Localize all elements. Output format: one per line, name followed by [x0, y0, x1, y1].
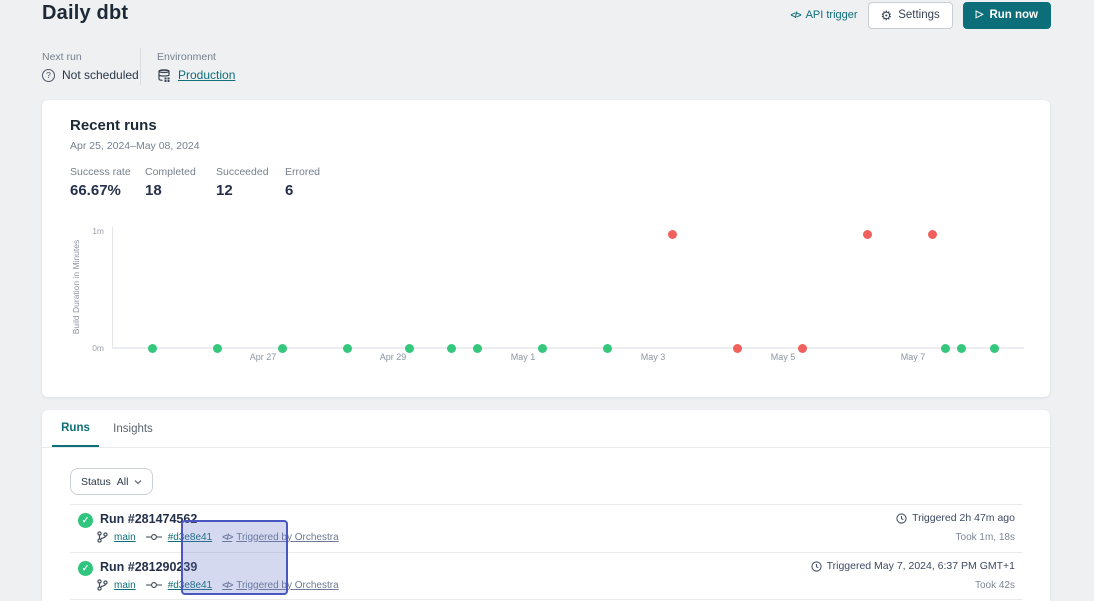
runs-card: Runs Insights Status All ✓ Run #28147456… — [42, 410, 1050, 601]
commit-link[interactable]: #d3e8e41 — [168, 580, 213, 591]
run-dot-errored[interactable] — [668, 230, 677, 239]
tabs-divider — [42, 447, 1050, 448]
next-run-label: Next run — [42, 51, 82, 63]
clock-icon — [896, 513, 907, 524]
api-trigger-label: API trigger — [806, 9, 858, 21]
code-icon: </> — [791, 10, 801, 20]
commit-link[interactable]: #d3e8e41 — [168, 532, 213, 543]
code-icon: </> — [222, 532, 232, 542]
run-dot-succeeded[interactable] — [990, 344, 999, 353]
play-icon: ▷ — [976, 10, 984, 20]
trigger-text: Triggered by Orchestra — [236, 532, 338, 543]
triggered-text: Triggered May 7, 2024, 6:37 PM GMT+1 — [827, 560, 1015, 572]
run-timing: Triggered May 7, 2024, 6:37 PM GMT+1 Too… — [811, 560, 1015, 591]
meta-divider — [140, 48, 141, 85]
success-check-icon: ✓ — [78, 513, 93, 528]
triggered-text: Triggered 2h 47m ago — [912, 512, 1015, 524]
git-branch-icon — [97, 531, 108, 543]
run-id: Run #281474562 — [100, 512, 197, 526]
trigger-link[interactable]: </> Triggered by Orchestra — [222, 532, 338, 543]
question-circle-icon: ? — [42, 69, 55, 82]
chart-x-tick: May 7 — [901, 352, 926, 362]
run-id: Run #281290239 — [100, 560, 197, 574]
run-dot-succeeded[interactable] — [603, 344, 612, 353]
run-meta: main #d3e8e41 </> Triggered by Orchestra — [97, 579, 339, 591]
row-divider — [70, 599, 1023, 600]
run-dot-succeeded[interactable] — [957, 344, 966, 353]
settings-button[interactable]: ⚙ Settings — [868, 2, 953, 29]
settings-label: Settings — [898, 9, 940, 21]
run-meta: main #d3e8e41 </> Triggered by Orchestra — [97, 531, 339, 543]
chart-x-tick: May 3 — [641, 352, 666, 362]
chart-x-tick: May 1 — [511, 352, 536, 362]
tabs-row: Runs Insights — [42, 410, 1050, 447]
trigger-link[interactable]: </> Triggered by Orchestra — [222, 580, 338, 591]
chart-y-tick: 1m — [60, 226, 104, 236]
run-dot-succeeded[interactable] — [941, 344, 950, 353]
environment-value: Production — [157, 68, 235, 82]
git-commit-icon — [146, 533, 162, 541]
run-dot-errored[interactable] — [733, 344, 742, 353]
trigger-text: Triggered by Orchestra — [236, 580, 338, 591]
status-filter-label: Status — [81, 476, 111, 488]
run-now-label: Run now — [989, 9, 1038, 21]
environment-icon — [157, 68, 171, 82]
run-timing: Triggered 2h 47m ago Took 1m, 18s — [896, 512, 1015, 543]
chevron-down-icon — [134, 478, 142, 486]
run-row[interactable]: ✓ Run #281474562 main #d3e8e41 </> Trigg… — [42, 505, 1050, 552]
page-title: Daily dbt — [42, 2, 128, 25]
chart-x-tick: Apr 29 — [380, 352, 407, 362]
environment-link[interactable]: Production — [178, 68, 235, 82]
run-row[interactable]: ✓ Run #281290239 main #d3e8e41 </> Trigg… — [42, 553, 1050, 600]
run-dot-succeeded[interactable] — [278, 344, 287, 353]
next-run-text: Not scheduled — [62, 68, 139, 82]
duration-chart: Build Duration in Minutes 1m0mApr 27Apr … — [42, 100, 1050, 397]
recent-runs-card: Recent runs Apr 25, 2024–May 08, 2024 Su… — [42, 100, 1050, 397]
status-filter-button[interactable]: Status All — [70, 468, 153, 495]
run-dot-errored[interactable] — [863, 230, 872, 239]
branch-link[interactable]: main — [114, 580, 136, 591]
code-icon: </> — [222, 580, 232, 590]
run-dot-errored[interactable] — [928, 230, 937, 239]
next-run-value: ? Not scheduled — [42, 68, 139, 82]
chart-x-axis — [112, 347, 1024, 349]
api-trigger-link[interactable]: </> API trigger — [791, 9, 858, 21]
took-text: Took 42s — [811, 580, 1015, 591]
gear-icon: ⚙ — [881, 9, 893, 22]
status-filter-value: All — [117, 476, 129, 488]
chart-y-tick: 0m — [60, 343, 104, 353]
chart-x-tick: May 5 — [771, 352, 796, 362]
header-actions: </> API trigger ⚙ Settings ▷ Run now — [791, 1, 1051, 29]
run-now-button[interactable]: ▷ Run now — [963, 2, 1051, 29]
tab-insights[interactable]: Insights — [104, 410, 162, 447]
environment-label: Environment — [157, 51, 216, 63]
git-commit-icon — [146, 581, 162, 589]
tab-runs[interactable]: Runs — [52, 410, 99, 447]
chart-x-tick: Apr 27 — [250, 352, 277, 362]
success-check-icon: ✓ — [78, 561, 93, 576]
git-branch-icon — [97, 579, 108, 591]
run-dot-succeeded[interactable] — [343, 344, 352, 353]
run-dot-succeeded[interactable] — [538, 344, 547, 353]
run-dot-succeeded[interactable] — [473, 344, 482, 353]
branch-link[interactable]: main — [114, 532, 136, 543]
chart-y-axis — [112, 227, 113, 349]
run-dot-succeeded[interactable] — [405, 344, 414, 353]
run-dot-errored[interactable] — [798, 344, 807, 353]
run-dot-succeeded[interactable] — [447, 344, 456, 353]
took-text: Took 1m, 18s — [896, 532, 1015, 543]
clock-icon — [811, 561, 822, 572]
run-dot-succeeded[interactable] — [213, 344, 222, 353]
run-dot-succeeded[interactable] — [148, 344, 157, 353]
